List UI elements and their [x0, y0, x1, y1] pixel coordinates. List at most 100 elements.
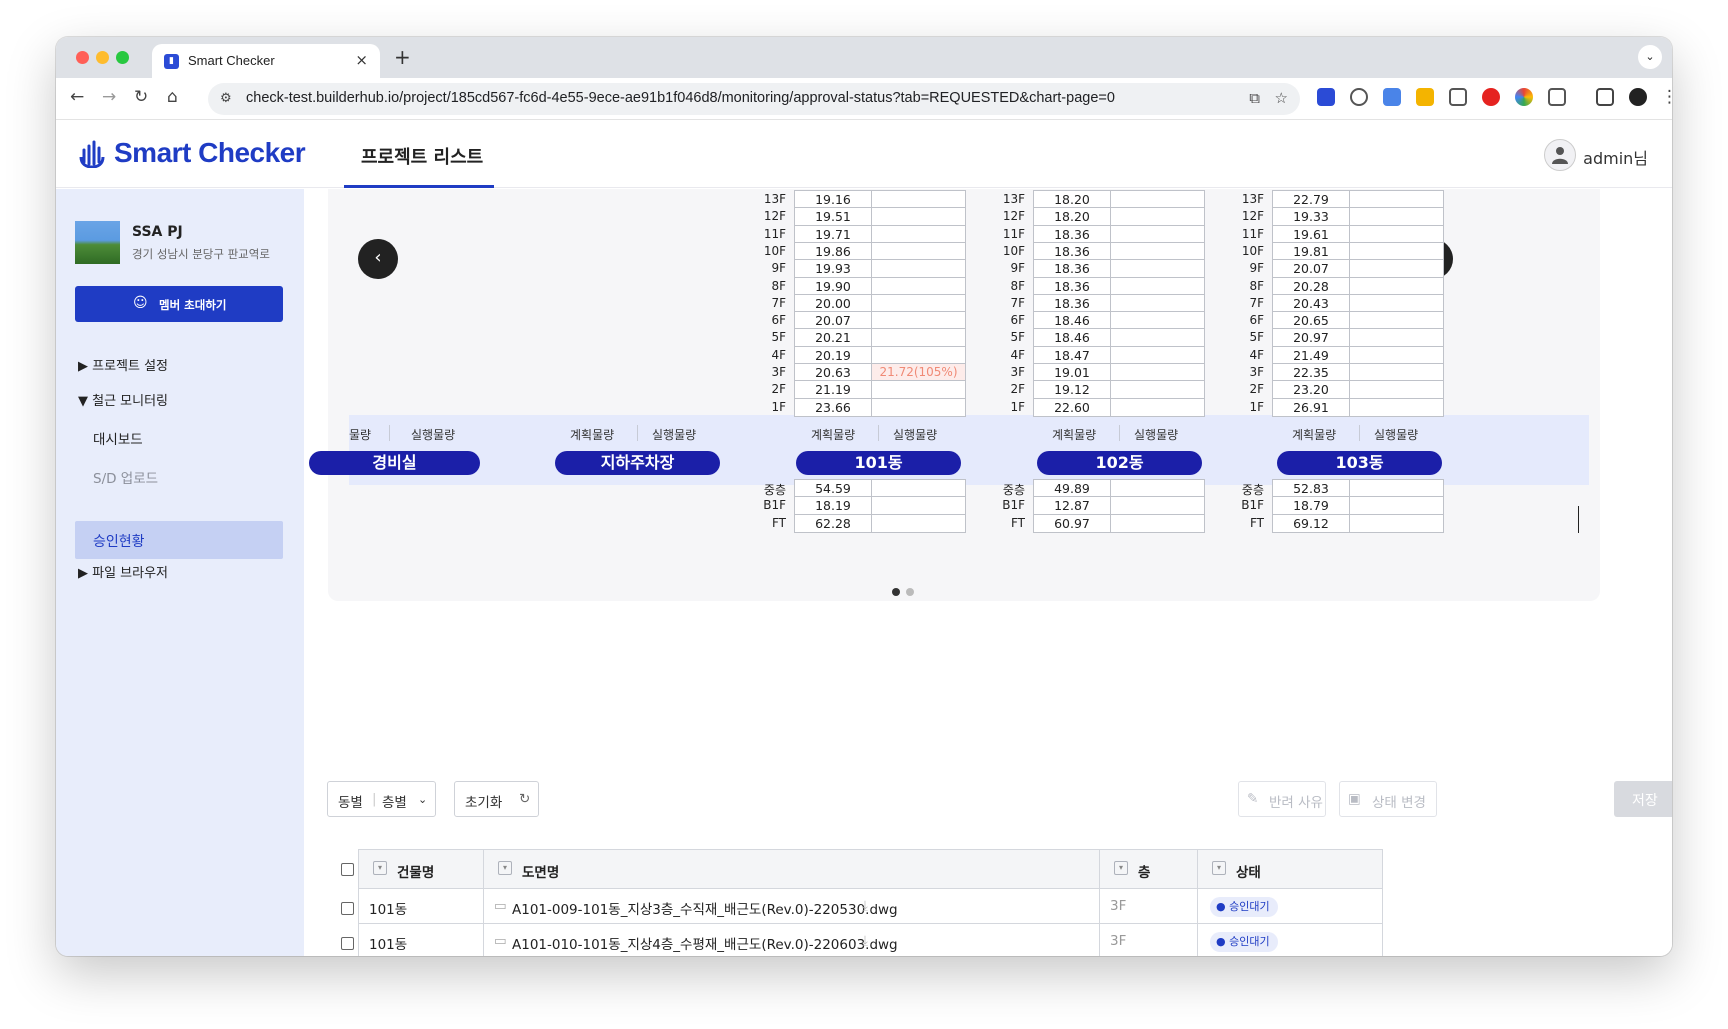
address-bar[interactable]: ⚙ check-test.builderhub.io/project/185cd…: [208, 83, 1300, 115]
save-button[interactable]: 저장: [1614, 781, 1672, 817]
sidebar-item-project-settings[interactable]: ▶ 프로젝트 설정: [78, 355, 168, 374]
exec-value: [1110, 224, 1205, 244]
docs-extension-icon[interactable]: [1383, 88, 1401, 106]
profile-avatar-icon[interactable]: [1629, 88, 1647, 106]
plan-value: 18.19: [794, 496, 872, 516]
building-chart-panel: 경비실 물량 실행물량 지하주차장 계획물량 실행물량 101동 계획물량 실행물량 102동 계획…: [309, 189, 1600, 601]
home-icon[interactable]: ⌂: [167, 87, 178, 107]
header-status[interactable]: ▾ 상태: [1197, 849, 1383, 889]
exec-value: [871, 496, 966, 516]
app-logo-text[interactable]: Smart Checker: [114, 137, 306, 169]
exec-value: [1110, 479, 1205, 498]
install-app-icon[interactable]: ⧉: [1249, 89, 1260, 107]
building-pill[interactable]: 지하주차장: [555, 451, 720, 475]
tab-search-icon[interactable]: ⌄: [1638, 45, 1662, 69]
keep-extension-icon[interactable]: [1416, 88, 1434, 106]
tab-close-icon[interactable]: ×: [355, 51, 368, 69]
refresh-icon: ↻: [519, 791, 531, 807]
plan-value: 20.07: [794, 311, 872, 331]
plan-value: 20.65: [1272, 311, 1350, 331]
carousel-dot-active[interactable]: [892, 588, 900, 596]
change-status-button[interactable]: ▣ 상태 변경: [1339, 781, 1437, 817]
sidebar-item-rebar-monitoring[interactable]: ▼ 철근 모니터링: [78, 390, 168, 409]
status-badge: ● 승인대기: [1210, 932, 1278, 952]
reject-reason-button[interactable]: ✎ 반려 사유: [1238, 781, 1326, 817]
sidebar-item-sd-upload[interactable]: S/D 업로드: [93, 467, 158, 487]
header-floor[interactable]: ▾ 층: [1099, 849, 1198, 889]
maximize-window-button[interactable]: [116, 51, 129, 64]
forward-icon[interactable]: →: [102, 87, 116, 107]
exec-value: [1110, 496, 1205, 516]
new-tab-icon[interactable]: +: [394, 45, 411, 69]
scroll-edge-line: [1578, 506, 1579, 533]
carousel-prev-button[interactable]: ‹: [358, 239, 398, 279]
minimize-window-button[interactable]: [96, 51, 109, 64]
building-pill[interactable]: 101동: [796, 451, 961, 475]
sidebar-item-dashboard[interactable]: 대시보드: [93, 428, 143, 448]
plan-value: 52.83: [1272, 479, 1350, 498]
user-name[interactable]: admin님: [1583, 145, 1648, 169]
status-badge: ● 승인대기: [1210, 897, 1278, 917]
cell-drawing[interactable]: ▭ A101-010-101동_지상4층_수평재_배근도(Rev.0)-2206…: [483, 923, 1100, 956]
download-icon[interactable]: ⤓: [862, 933, 868, 949]
plan-value: 18.20: [1033, 207, 1111, 227]
extension-icon[interactable]: [1317, 88, 1335, 106]
bookmark-star-icon[interactable]: ☆: [1275, 89, 1288, 107]
filter-icon[interactable]: ▾: [373, 861, 387, 875]
tab-project-list[interactable]: 프로젝트 리스트: [344, 121, 494, 188]
user-icon: [1552, 147, 1568, 164]
drawing-name[interactable]: A101-009-101동_지상3층_수직재_배근도(Rev.0)-220530…: [512, 898, 898, 918]
floor-label: 11F: [1002, 226, 1025, 241]
select-all-checkbox[interactable]: [341, 863, 354, 876]
plan-header: 계획물량: [811, 428, 856, 442]
floor-label: 10F: [1241, 243, 1264, 258]
filter-icon[interactable]: ▾: [1212, 861, 1226, 875]
filter-divider: |: [372, 791, 377, 807]
side-panel-icon[interactable]: [1596, 88, 1614, 106]
filter-icon[interactable]: ▾: [498, 861, 512, 875]
site-info-icon[interactable]: ⚙: [220, 91, 232, 106]
url-text[interactable]: check-test.builderhub.io/project/185cd56…: [246, 90, 1115, 106]
plan-value: 18.47: [1033, 345, 1111, 365]
opera-extension-icon[interactable]: [1482, 88, 1500, 106]
plan-value: 19.01: [1033, 363, 1111, 382]
row-checkbox[interactable]: [341, 902, 354, 915]
plan-value: 19.90: [794, 276, 872, 296]
color-extension-icon[interactable]: [1515, 88, 1533, 106]
sidebar-item-file-browser[interactable]: ▶ 파일 브라우저: [78, 562, 168, 581]
crown-extension-icon[interactable]: [1449, 88, 1467, 106]
header-building[interactable]: ▾ 건물명: [358, 849, 484, 889]
close-window-button[interactable]: [76, 51, 89, 64]
save-label: 저장: [1632, 793, 1658, 809]
filter-icon[interactable]: ▾: [1114, 861, 1128, 875]
sidebar-item-approval-status[interactable]: 승인현황: [75, 521, 283, 559]
download-icon[interactable]: ⤓: [862, 898, 868, 914]
drawing-name[interactable]: A101-010-101동_지상4층_수평재_배근도(Rev.0)-220603…: [512, 933, 898, 953]
browser-tab[interactable]: ▮ Smart Checker ×: [152, 44, 380, 78]
user-avatar[interactable]: [1544, 139, 1576, 171]
building-pill[interactable]: 102동: [1037, 451, 1202, 475]
cell-drawing[interactable]: ▭ A101-009-101동_지상3층_수직재_배근도(Rev.0)-2205…: [483, 888, 1100, 924]
building-pill[interactable]: 경비실: [309, 451, 480, 475]
table-row[interactable]: 101동: [358, 888, 484, 924]
cloud-extension-icon[interactable]: [1350, 88, 1368, 106]
floor-label: 11F: [1241, 226, 1264, 241]
filter-dropdown[interactable]: 동별 | 층별 ⌄: [327, 781, 436, 817]
row-checkbox[interactable]: [341, 937, 354, 950]
invite-member-button[interactable]: ☺ 멤버 초대하기: [75, 286, 283, 322]
browser-menu-icon[interactable]: ⋮: [1661, 87, 1672, 107]
building-pill[interactable]: 103동: [1277, 451, 1442, 475]
table-row[interactable]: 101동: [358, 923, 484, 956]
carousel-dot[interactable]: [906, 588, 914, 596]
exec-value: [871, 207, 966, 227]
floor-label: 7F: [771, 295, 786, 310]
header-divider: [1119, 425, 1120, 441]
header-status-label: 상태: [1236, 865, 1261, 881]
puzzle-extensions-icon[interactable]: [1548, 88, 1566, 106]
header-drawing[interactable]: ▾ 도면명: [483, 849, 1100, 889]
reload-icon[interactable]: ↻: [134, 87, 148, 107]
back-icon[interactable]: ←: [70, 87, 84, 107]
header-divider: [389, 425, 390, 441]
floor-value: 3F: [1110, 898, 1127, 914]
reset-button[interactable]: 초기화 ↻: [454, 781, 539, 817]
